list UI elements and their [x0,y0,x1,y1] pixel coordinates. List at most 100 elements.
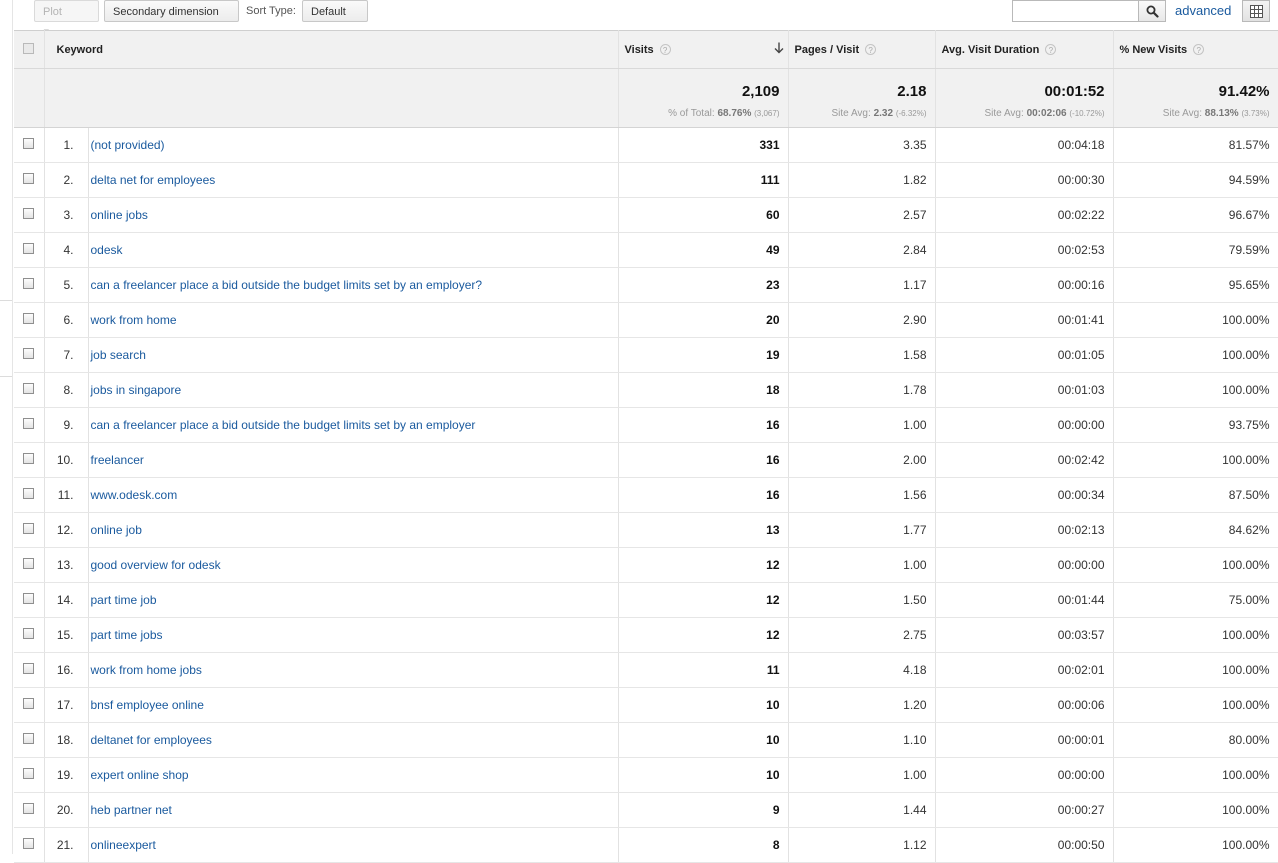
table-row: 3. online jobs 60 2.57 00:02:22 96.67% [14,197,1278,233]
keyword-cell: deltanet for employees [88,722,619,758]
column-header-avg-duration[interactable]: Avg. Visit Duration? [935,30,1114,69]
keyword-link[interactable]: (not provided) [91,138,165,152]
row-checkbox[interactable] [23,803,35,814]
column-header-new-visits[interactable]: % New Visits? [1113,30,1278,69]
row-number: 19. [44,757,89,793]
plot-rows-button[interactable]: Plot Rows [34,0,99,40]
table-search-input[interactable] [1012,0,1139,22]
pages-visit-cell: 1.00 [788,547,936,583]
row-checkbox[interactable] [23,138,35,149]
keyword-link[interactable]: onlineexpert [91,838,156,852]
row-number: 2. [44,162,89,198]
keyword-link[interactable]: work from home [91,313,177,327]
visits-cell: 11 [618,652,789,688]
keyword-link[interactable]: freelancer [91,453,144,467]
keyword-link[interactable]: expert online shop [91,768,189,782]
row-checkbox[interactable] [23,453,35,464]
table-row: 5. can a freelancer place a bid outside … [14,267,1278,303]
keyword-link[interactable]: jobs in singapore [91,383,182,397]
column-header-visits[interactable]: Visits? [618,30,789,69]
search-button[interactable] [1138,0,1166,22]
row-checkbox[interactable] [23,243,35,254]
keyword-link[interactable]: online jobs [91,208,148,222]
row-checkbox[interactable] [23,383,35,394]
row-number: 15. [44,617,89,653]
row-checkbox[interactable] [23,663,35,674]
keyword-link[interactable]: www.odesk.com [91,488,178,502]
row-checkbox[interactable] [23,838,35,849]
row-checkbox[interactable] [23,173,35,184]
row-checkbox[interactable] [23,698,35,709]
totals-new-visits: 91.42% Site Avg: 88.13% (3.73%) [1113,68,1278,128]
table-row: 21. onlineexpert 8 1.12 00:00:50 100.00% [14,827,1278,863]
pages-visit-cell: 1.00 [788,407,936,443]
row-select-cell [14,757,45,793]
row-checkbox[interactable] [23,628,35,639]
sort-type-value: Default [311,6,346,18]
keyword-cell: can a freelancer place a bid outside the… [88,407,619,443]
keyword-cell: work from home [88,302,619,338]
pages-visit-cell: 1.00 [788,757,936,793]
secondary-dimension-dropdown[interactable]: Secondary dimension [104,0,239,37]
advanced-filter-link[interactable]: advanced [1175,3,1231,18]
keyword-link[interactable]: can a freelancer place a bid outside the… [91,278,483,292]
keyword-link[interactable]: bnsf employee online [91,698,204,712]
keyword-cell: bnsf employee online [88,687,619,723]
sort-type-dropdown[interactable]: Default [302,0,368,37]
keyword-cell: onlineexpert [88,827,619,863]
keyword-link[interactable]: part time jobs [91,628,163,642]
help-icon[interactable]: ? [659,44,671,56]
avg-duration-cell: 00:00:27 [935,792,1114,828]
row-checkbox[interactable] [23,348,35,359]
row-checkbox[interactable] [23,313,35,324]
row-checkbox[interactable] [23,523,35,534]
avg-duration-cell: 00:00:16 [935,267,1114,303]
table-row: 7. job search 19 1.58 00:01:05 100.00% [14,337,1278,373]
row-checkbox[interactable] [23,733,35,744]
row-checkbox[interactable] [23,418,35,429]
keyword-link[interactable]: delta net for employees [91,173,216,187]
secondary-dimension-label: Secondary dimension [113,6,219,18]
keyword-link[interactable]: online job [91,523,142,537]
avg-duration-cell: 00:02:42 [935,442,1114,478]
row-number: 17. [44,687,89,723]
row-checkbox[interactable] [23,593,35,604]
table-view-button[interactable] [1242,0,1270,22]
keyword-link[interactable]: job search [91,348,146,362]
row-select-cell [14,197,45,233]
row-select-cell [14,792,45,828]
column-header-pages-visit[interactable]: Pages / Visit? [788,30,936,69]
row-checkbox[interactable] [23,278,35,289]
select-all-checkbox[interactable] [23,42,35,54]
avg-duration-cell: 00:03:57 [935,617,1114,653]
row-number: 8. [44,372,89,408]
column-header-keyword[interactable]: Keyword [44,30,619,69]
help-icon[interactable]: ? [865,44,877,56]
keyword-link[interactable]: part time job [91,593,157,607]
row-select-cell [14,617,45,653]
avg-duration-cell: 00:00:34 [935,477,1114,513]
keyword-link[interactable]: work from home jobs [91,663,202,677]
total-new-visits-value: 91.42% [1218,83,1270,100]
row-checkbox[interactable] [23,488,35,499]
keyword-link[interactable]: good overview for odesk [91,558,221,572]
keyword-link[interactable]: odesk [91,243,123,257]
avg-duration-cell: 00:00:00 [935,547,1114,583]
keyword-link[interactable]: heb partner net [91,803,172,817]
keyword-link[interactable]: deltanet for employees [91,733,212,747]
visits-cell: 12 [618,547,789,583]
row-number: 7. [44,337,89,373]
sort-type-label: Sort Type: [246,5,296,17]
row-checkbox[interactable] [23,768,35,779]
keyword-link[interactable]: can a freelancer place a bid outside the… [91,418,476,432]
new-visits-cell: 95.65% [1113,267,1278,303]
help-icon[interactable]: ? [1045,44,1057,56]
row-checkbox[interactable] [23,558,35,569]
new-visits-cell: 79.59% [1113,232,1278,268]
help-icon[interactable]: ? [1193,44,1205,56]
row-number: 10. [44,442,89,478]
row-number: 1. [44,127,89,163]
table-header-row: Keyword Visits? Pages / Visit? Avg. Visi… [14,30,1278,69]
total-new-visits-comparison: Site Avg: 88.13% (3.73%) [1162,108,1270,119]
row-checkbox[interactable] [23,208,35,219]
